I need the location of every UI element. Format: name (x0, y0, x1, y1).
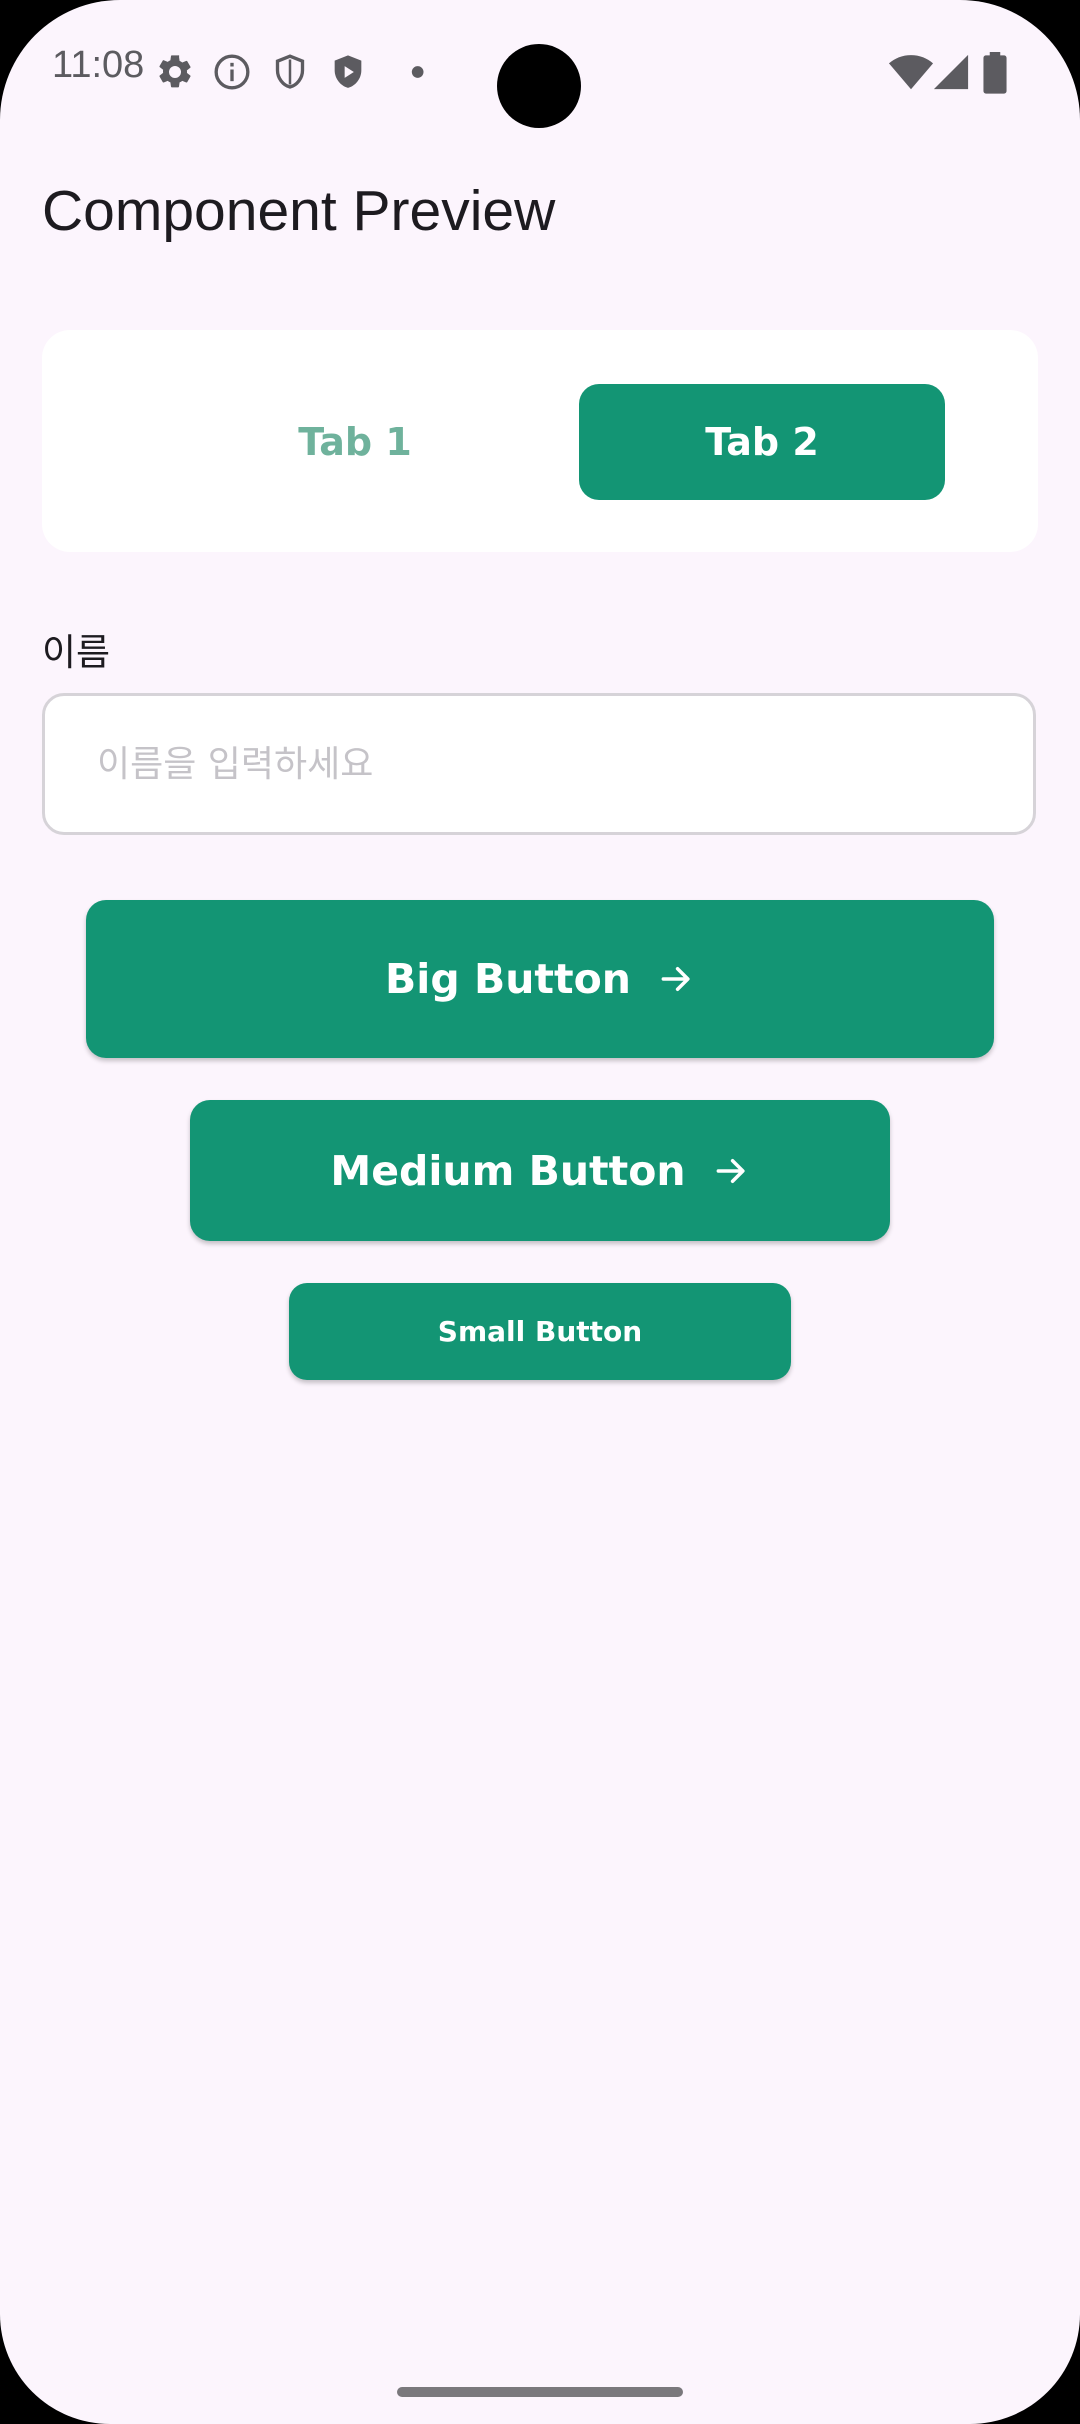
status-bar: 11:08 (0, 0, 1080, 140)
shield-icon (275, 54, 305, 89)
small-button-label: Small Button (437, 1315, 643, 1348)
gear-icon (159, 55, 191, 88)
small-button[interactable]: Small Button (289, 1283, 791, 1380)
medium-button-label: Medium Button (330, 1146, 686, 1195)
screen: 11:08 Component Preview Tab 1 Tab 2 이름 이… (0, 0, 1080, 2424)
info-icon (214, 54, 250, 90)
play-shield-icon (334, 55, 362, 88)
battery-icon (983, 52, 1007, 94)
tab-1[interactable]: Tab 1 (172, 384, 538, 500)
status-time: 11:08 (52, 44, 145, 86)
arrow-right-icon (716, 1158, 745, 1183)
tab-2[interactable]: Tab 2 (579, 384, 945, 500)
page-title: Component Preview (42, 179, 556, 243)
camera-cutout (497, 44, 581, 128)
medium-button[interactable]: Medium Button (190, 1100, 890, 1241)
cellular-icon (933, 54, 969, 90)
big-button-label: Big Button (385, 955, 631, 1003)
big-button[interactable]: Big Button (86, 900, 994, 1058)
dot-icon (411, 66, 424, 78)
wifi-icon (888, 55, 934, 90)
arrow-right-icon (661, 966, 690, 992)
name-field-label: 이름 (42, 631, 111, 674)
tab-bar: Tab 1 Tab 2 (42, 330, 1038, 552)
home-indicator[interactable] (397, 2387, 683, 2397)
name-input[interactable] (42, 693, 1036, 835)
